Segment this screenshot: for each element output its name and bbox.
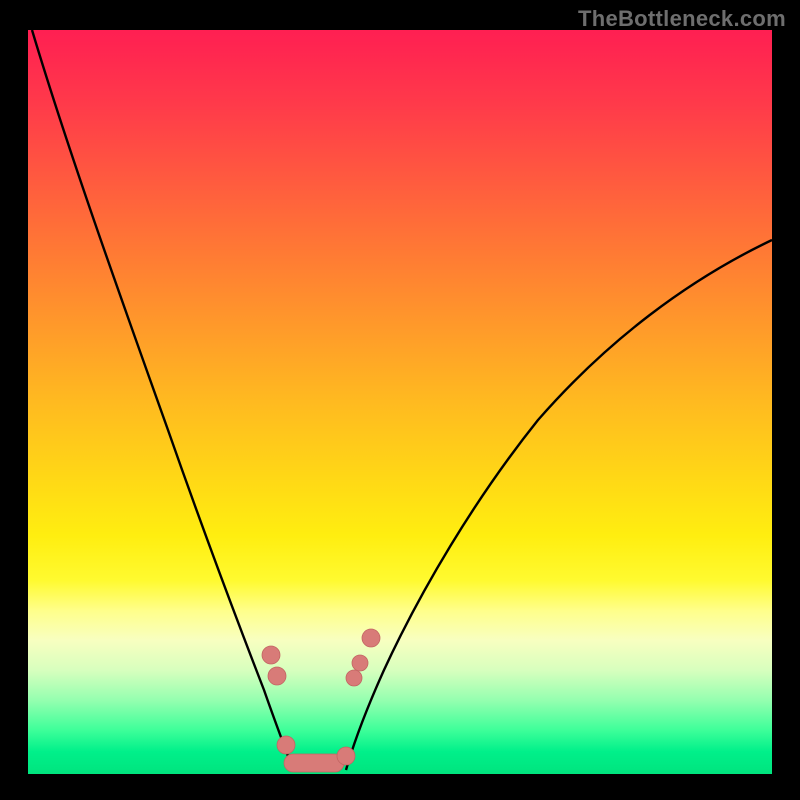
plot-area [28, 30, 772, 774]
bottom-bar-end-left [277, 736, 295, 754]
curve-layer [28, 30, 772, 774]
chart-frame: TheBottleneck.com [0, 0, 800, 800]
marker-group [262, 629, 380, 772]
bottom-bar-end-right [337, 747, 355, 765]
left-marker-1 [262, 646, 280, 664]
right-marker-2 [352, 655, 368, 671]
left-curve [32, 30, 293, 770]
right-marker-3 [362, 629, 380, 647]
bottom-bar-marker [284, 754, 344, 772]
left-marker-2 [268, 667, 286, 685]
right-marker-1 [346, 670, 362, 686]
right-curve [346, 240, 772, 770]
watermark-label: TheBottleneck.com [578, 6, 786, 32]
